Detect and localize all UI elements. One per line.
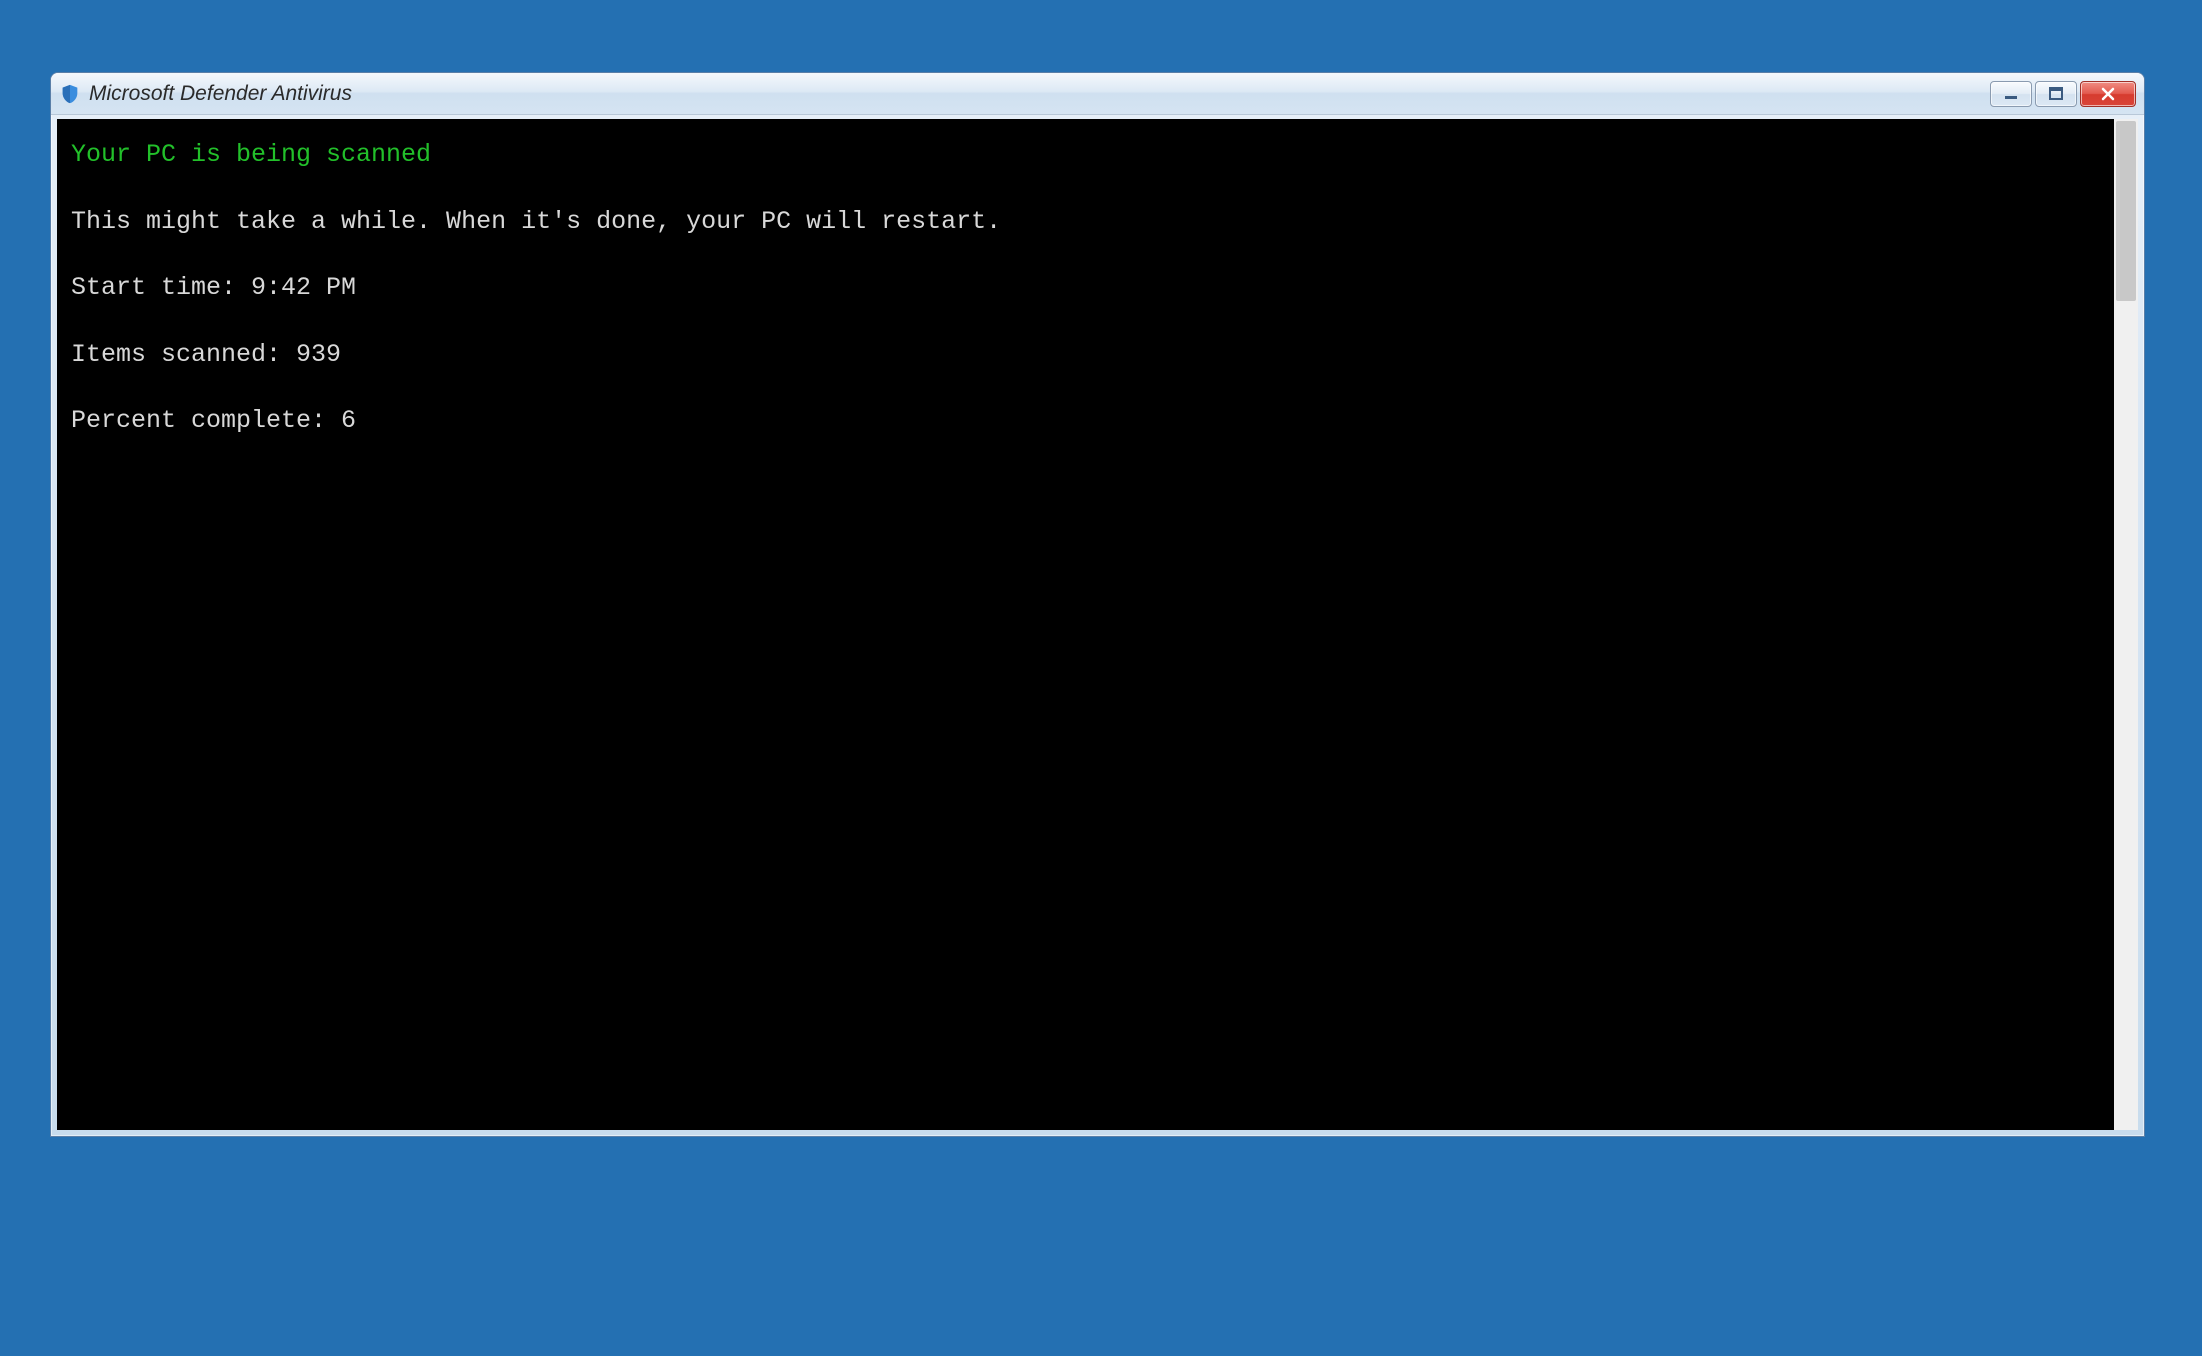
window-controls [1990,81,2136,107]
items-scanned-label: Items scanned: [71,340,296,369]
percent-complete-value: 6 [341,406,356,435]
close-button[interactable] [2080,81,2136,107]
application-window: Microsoft Defender Antivirus Your [50,72,2145,1137]
maximize-icon [2048,87,2064,101]
vertical-scrollbar[interactable] [2114,119,2138,1130]
percent-complete-line: Percent complete: 6 [71,405,2100,438]
items-scanned-value: 939 [296,340,341,369]
maximize-button[interactable] [2035,81,2077,107]
start-time-value: 9:42 PM [251,273,356,302]
minimize-icon [2003,87,2019,101]
minimize-button[interactable] [1990,81,2032,107]
scrollbar-thumb[interactable] [2116,121,2136,301]
scan-heading: Your PC is being scanned [71,139,2100,172]
shield-icon [59,83,81,105]
titlebar[interactable]: Microsoft Defender Antivirus [51,73,2144,115]
close-icon [2099,87,2117,101]
console-output: Your PC is being scanned This might take… [57,119,2114,1130]
start-time-line: Start time: 9:42 PM [71,272,2100,305]
window-title: Microsoft Defender Antivirus [89,82,1990,106]
scan-info: This might take a while. When it's done,… [71,206,2100,239]
percent-complete-label: Percent complete: [71,406,341,435]
start-time-label: Start time: [71,273,251,302]
items-scanned-line: Items scanned: 939 [71,339,2100,372]
content-area: Your PC is being scanned This might take… [57,119,2138,1130]
